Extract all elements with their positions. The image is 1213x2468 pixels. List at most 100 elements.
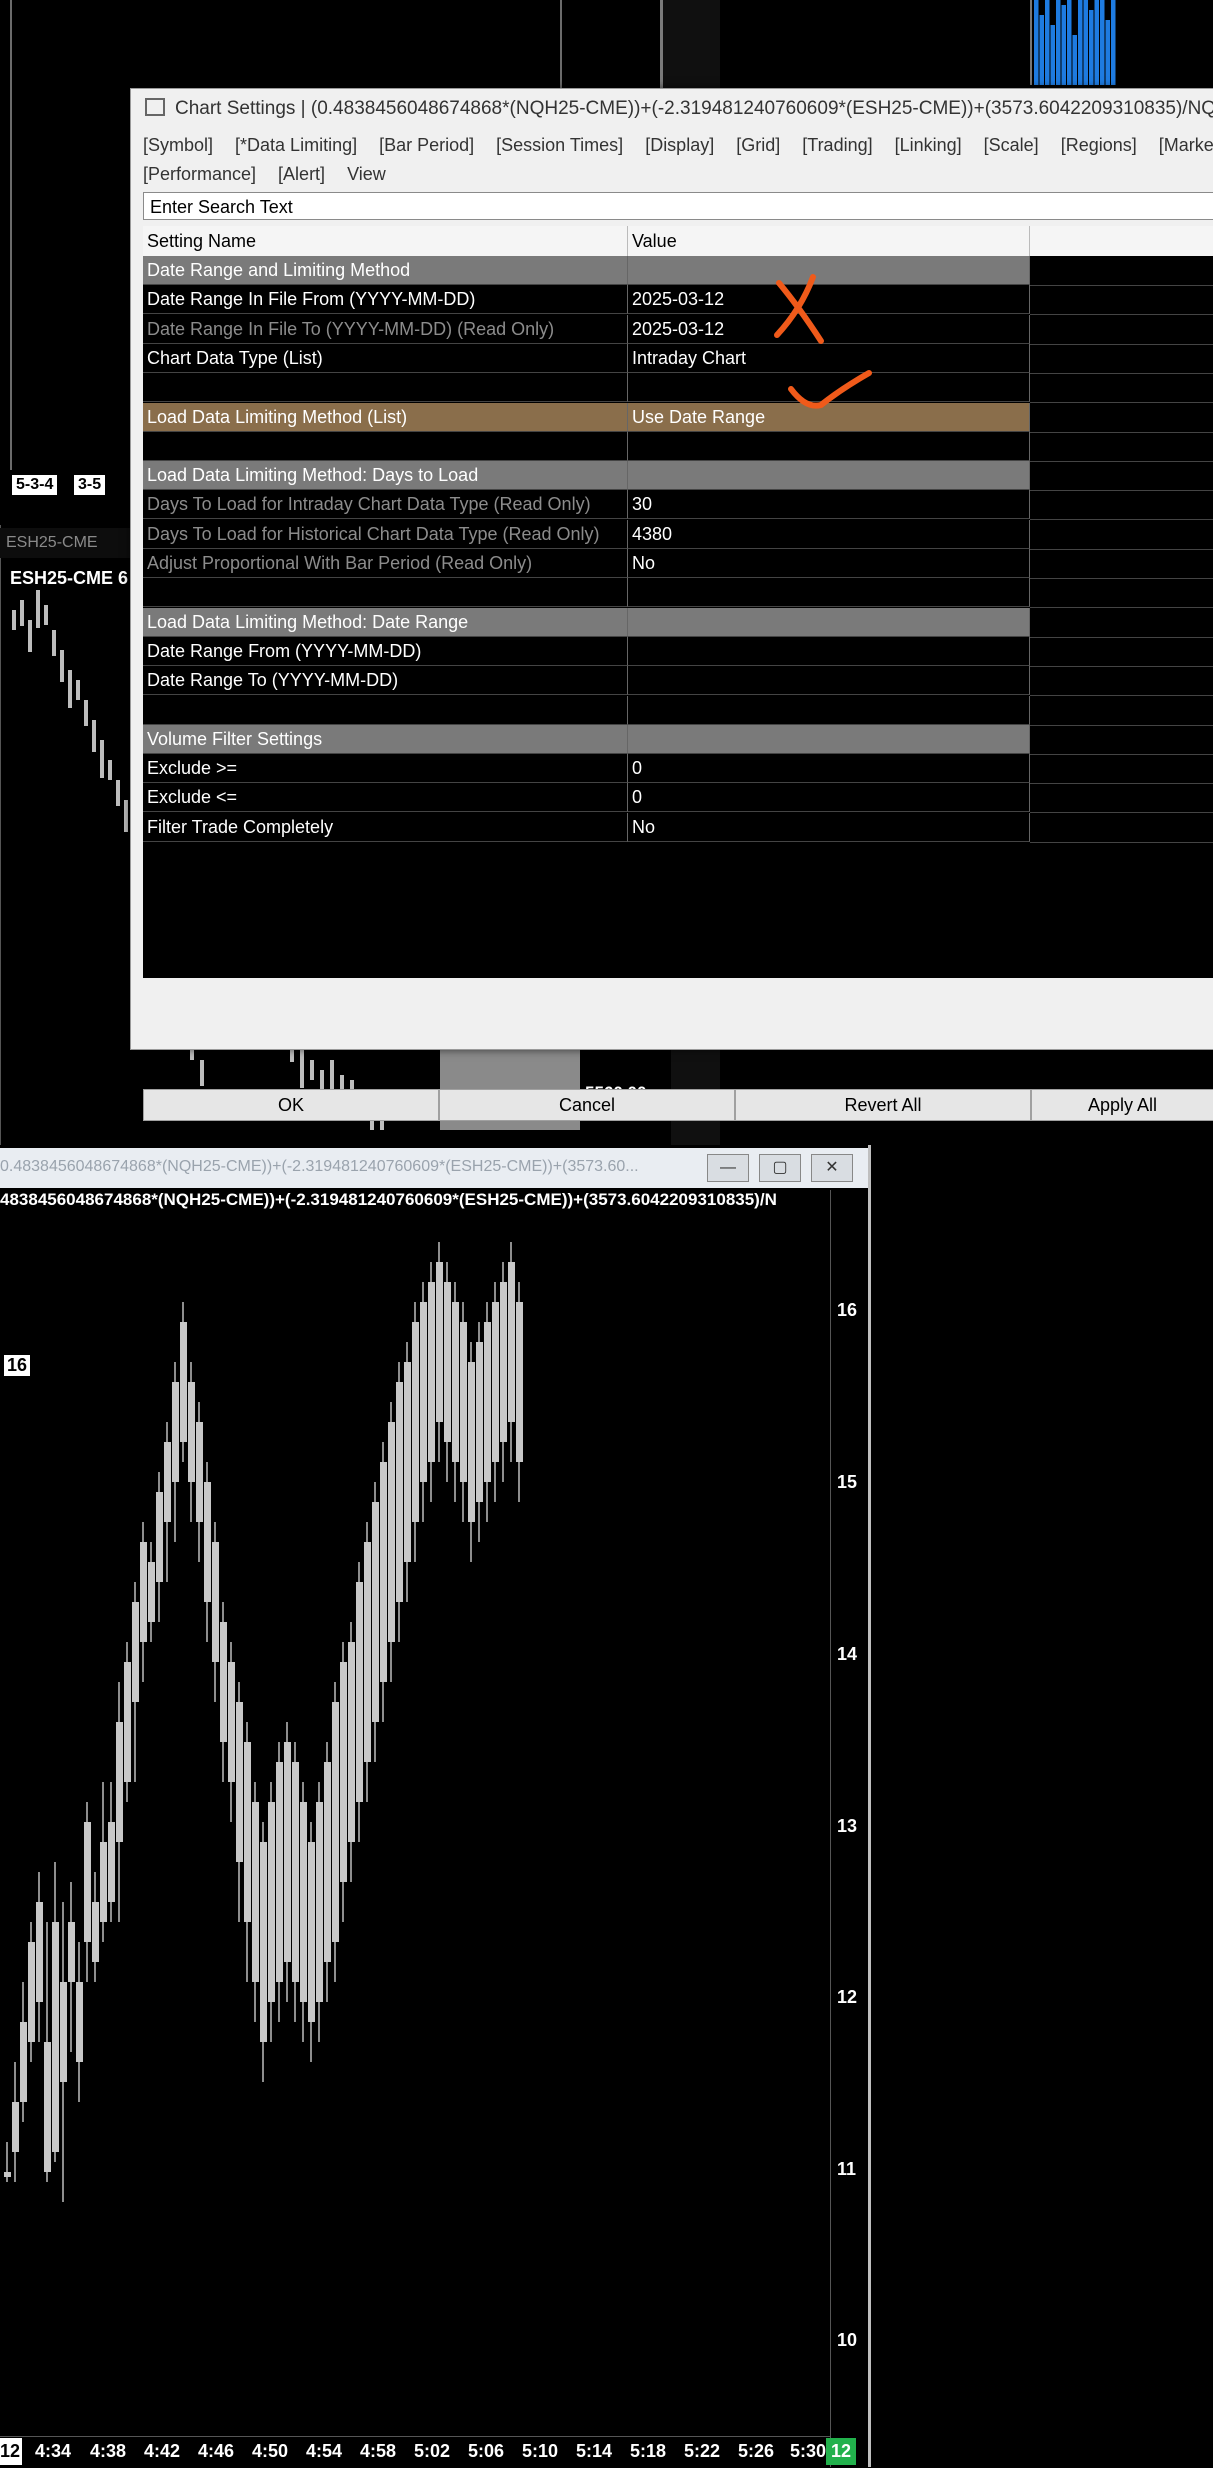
window-title[interactable]: ESH25-CME	[0, 528, 141, 558]
tab-trading[interactable]: [Trading]	[802, 135, 872, 155]
tab-grid[interactable]: [Grid]	[736, 135, 780, 155]
setting-name: Date Range and Limiting Method	[143, 256, 628, 285]
chart-window-title: 0.4838456048674868*(NQH25-CME))+(-2.3194…	[0, 1158, 639, 1175]
dialog-titlebar[interactable]: Chart Settings | (0.4838456048674868*(NQ…	[131, 89, 1213, 129]
volume-bar	[1072, 35, 1077, 85]
settings-section-row[interactable]: Load Data Limiting Method: Days to Load	[143, 461, 1213, 492]
price-axis[interactable]: 16 15 14 13 12 11 10	[830, 1190, 866, 2467]
x-tick-label: 4:54	[306, 2441, 343, 2461]
current-price-label: 16	[4, 1355, 31, 1376]
volume-bar	[1100, 0, 1105, 85]
settings-row[interactable]: Date Range From (YYYY-MM-DD)	[143, 636, 1213, 667]
chart-tab-label[interactable]: 3-5	[74, 475, 106, 495]
tab-regions[interactable]: [Regions]	[1061, 135, 1137, 155]
x-tick-label: 5:14	[576, 2441, 613, 2461]
background-candle	[108, 760, 112, 780]
setting-value[interactable]: 0	[628, 754, 1030, 784]
tab-data-limiting[interactable]: [*Data Limiting]	[235, 135, 357, 155]
price-chart-plot[interactable]	[0, 1222, 830, 2432]
candle-body	[444, 1282, 451, 1442]
settings-row[interactable]: Load Data Limiting Method (List) Use Date…	[143, 402, 1213, 433]
settings-row[interactable]: Date Range In File From (YYYY-MM-DD) 2025…	[143, 285, 1213, 316]
tab-alert[interactable]: [Alert]	[278, 164, 325, 184]
tab-scale[interactable]: [Scale]	[984, 135, 1039, 155]
y-tick-label: 14	[837, 1644, 858, 1664]
setting-name: Adjust Proportional With Bar Period (Rea…	[143, 549, 628, 578]
background-candle	[300, 1050, 304, 1088]
settings-row[interactable]: Adjust Proportional With Bar Period (Rea…	[143, 549, 1213, 579]
column-header-empty	[1030, 226, 1213, 256]
setting-value[interactable]: No	[628, 549, 1030, 578]
volume-bar	[1083, 0, 1088, 85]
y-tick-label: 11	[837, 2159, 857, 2179]
candle-body	[20, 2022, 27, 2102]
volume-bar	[1050, 25, 1055, 85]
candle-body	[484, 1322, 491, 1482]
settings-row[interactable]: Exclude >= 0	[143, 754, 1213, 785]
settings-row[interactable]: Exclude <= 0	[143, 783, 1213, 814]
setting-value[interactable]	[628, 636, 1030, 666]
tab-market-depth[interactable]: [Market D	[1159, 135, 1213, 155]
window-icon	[145, 97, 165, 116]
candle-body	[508, 1262, 515, 1422]
x-tick-label: 5:18	[630, 2441, 667, 2461]
dialog-title: Chart Settings | (0.4838456048674868*(NQ…	[175, 98, 1213, 119]
search-input[interactable]: Enter Search Text	[143, 192, 1213, 220]
candle-body	[12, 2102, 19, 2152]
revert-all-button[interactable]: Revert All	[735, 1089, 1031, 1121]
apply-all-button[interactable]: Apply All	[1031, 1089, 1213, 1121]
tab-symbol[interactable]: [Symbol]	[143, 135, 213, 155]
candle-body	[516, 1302, 523, 1462]
cancel-button[interactable]: Cancel	[439, 1089, 735, 1121]
candle-body	[340, 1662, 347, 1882]
x-tick-label: 5:10	[522, 2441, 559, 2461]
setting-extra-cell	[1030, 813, 1213, 843]
setting-extra-cell	[1030, 754, 1213, 785]
settings-section-row[interactable]: Volume Filter Settings	[143, 724, 1213, 755]
candle-body	[100, 1842, 107, 1922]
setting-value[interactable]: 0	[628, 783, 1030, 813]
candle-body	[420, 1302, 427, 1482]
setting-value[interactable]: 30	[628, 490, 1030, 520]
settings-section-row[interactable]: Date Range and Limiting Method	[143, 256, 1213, 286]
setting-name: Load Data Limiting Method: Date Range	[143, 607, 628, 637]
candle-body	[316, 1802, 323, 2002]
setting-extra-cell	[1030, 373, 1213, 404]
settings-section-row[interactable]: Load Data Limiting Method: Date Range	[143, 607, 1213, 638]
settings-row[interactable]: Days To Load for Historical Chart Data T…	[143, 519, 1213, 550]
close-button[interactable]: ✕	[811, 1154, 853, 1182]
setting-value[interactable]	[628, 666, 1030, 696]
settings-row[interactable]: Chart Data Type (List) Intraday Chart	[143, 343, 1213, 374]
tab-display[interactable]: [Display]	[645, 135, 714, 155]
column-header-value[interactable]: Value	[628, 226, 1030, 256]
column-header-setting-name[interactable]: Setting Name	[143, 226, 628, 256]
settings-row[interactable]: Days To Load for Intraday Chart Data Typ…	[143, 490, 1213, 521]
settings-row[interactable]: Date Range To (YYYY-MM-DD)	[143, 666, 1213, 697]
candle-body	[156, 1492, 163, 1582]
tab-view[interactable]: View	[347, 164, 386, 184]
setting-value[interactable]: No	[628, 812, 1030, 842]
maximize-button[interactable]: ▢	[759, 1154, 801, 1182]
time-axis[interactable]: 4:34 4:38 4:42 4:46 4:50 4:54 4:58 5:02 …	[0, 2436, 830, 2468]
setting-name: Date Range To (YYYY-MM-DD)	[143, 666, 628, 696]
candle-body	[428, 1282, 435, 1462]
tab-session-times[interactable]: [Session Times]	[496, 135, 623, 155]
settings-row[interactable]: Date Range In File To (YYYY-MM-DD) (Read…	[143, 314, 1213, 345]
candle-body	[300, 1802, 307, 2002]
minimize-button[interactable]: —	[707, 1154, 749, 1182]
tab-linking[interactable]: [Linking]	[895, 135, 962, 155]
candle-body	[116, 1722, 123, 1842]
x-tick-label: 5:02	[414, 2441, 451, 2461]
tab-performance[interactable]: [Performance]	[143, 164, 256, 184]
background-candle	[28, 620, 32, 652]
setting-value[interactable]: 4380	[628, 519, 1030, 549]
setting-name: Date Range In File From (YYYY-MM-DD)	[143, 285, 628, 315]
chart-tab-label[interactable]: 5-3-4	[12, 475, 58, 495]
setting-name: Load Data Limiting Method (List)	[143, 402, 628, 432]
settings-row[interactable]: Filter Trade Completely No	[143, 812, 1213, 843]
setting-value	[628, 431, 1030, 461]
ok-button[interactable]: OK	[143, 1089, 439, 1121]
tab-bar-period[interactable]: [Bar Period]	[379, 135, 474, 155]
setting-extra-cell	[1030, 637, 1213, 667]
chart-window-titlebar[interactable]: 0.4838456048674868*(NQH25-CME))+(-2.3194…	[0, 1148, 868, 1188]
